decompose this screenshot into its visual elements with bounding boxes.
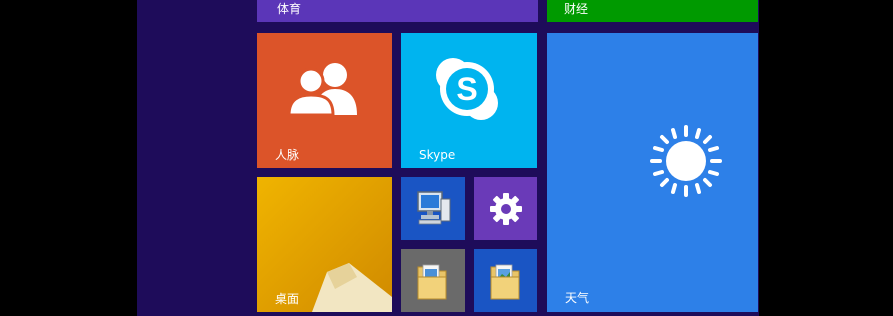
skype-tile[interactable]: S Skype	[401, 33, 537, 168]
svg-text:S: S	[456, 71, 477, 107]
files-tile[interactable]	[401, 249, 465, 312]
skype-icon: S	[433, 55, 501, 123]
people-tile-label: 人脉	[275, 148, 300, 162]
folder-icon	[488, 261, 522, 301]
weather-tile[interactable]: 天气	[547, 33, 758, 312]
sports-tile-label: 体育	[277, 2, 302, 16]
computer-tile[interactable]	[401, 177, 465, 240]
gear-icon	[489, 192, 523, 226]
desktop-tile-label: 桌面	[275, 292, 300, 306]
people-tile[interactable]: 人脉	[257, 33, 392, 168]
settings-tile[interactable]	[474, 177, 537, 240]
folder-icon	[415, 261, 449, 301]
finance-tile-label: 财经	[564, 2, 589, 16]
skype-tile-label: Skype	[419, 148, 456, 162]
start-screen: 体育 财经 人脉 S Skype 天气 桌面	[137, 0, 759, 316]
finance-tile[interactable]: 财经	[547, 0, 758, 22]
weather-tile-label: 天气	[565, 291, 590, 305]
sports-tile[interactable]: 体育	[257, 0, 538, 22]
computer-icon	[415, 189, 453, 227]
desktop-tile[interactable]: 桌面	[257, 177, 392, 312]
documents-tile[interactable]	[474, 249, 537, 312]
sun-icon	[648, 123, 724, 199]
people-icon	[285, 59, 361, 115]
